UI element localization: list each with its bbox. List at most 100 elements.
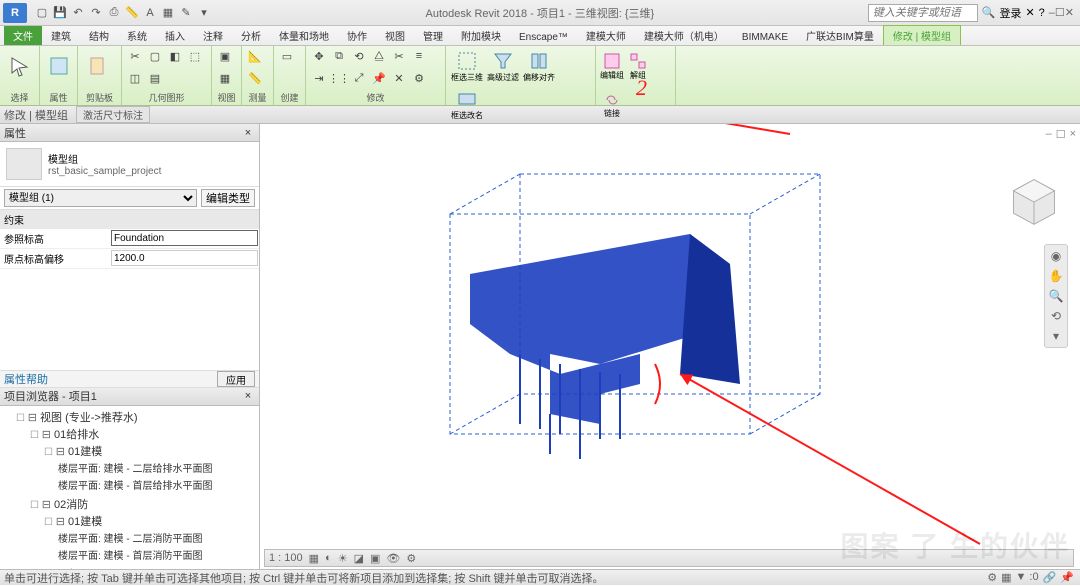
paste-button[interactable] — [82, 48, 114, 84]
pin-icon[interactable]: 📌 — [370, 70, 388, 86]
array-icon[interactable]: ⋮⋮ — [330, 70, 348, 86]
worksets-icon[interactable]: ⚙ — [987, 571, 997, 584]
search-icon[interactable]: 🔍 — [982, 6, 996, 19]
framerename-button[interactable]: 框选改名 — [450, 86, 484, 122]
instance-filter-select[interactable]: 模型组 (1) — [4, 189, 197, 207]
tree-item[interactable]: 03立面水立面: 东立面: 北立面: 南立面: 西 — [30, 565, 257, 570]
tab-insert[interactable]: 插入 — [156, 26, 194, 45]
tab-jmds-mep[interactable]: 建模大师（机电） — [635, 26, 733, 45]
tree-item[interactable]: 楼层平面: 建模 - 首层消防平面图 — [58, 546, 257, 563]
filter-icon[interactable]: ▼ :0 — [1015, 571, 1038, 583]
tool-icon[interactable]: ▤ — [146, 70, 164, 86]
sun-icon[interactable]: ☀ — [338, 552, 348, 565]
trim-icon[interactable]: ✂ — [390, 48, 408, 64]
tab-systems[interactable]: 系统 — [118, 26, 156, 45]
prop-value-input[interactable] — [111, 230, 258, 246]
link-button[interactable]: 链接 — [600, 86, 624, 122]
tab-manage[interactable]: 管理 — [414, 26, 452, 45]
shadow-icon[interactable]: ◪ — [354, 552, 364, 565]
tab-arch[interactable]: 建筑 — [42, 26, 80, 45]
exchange-icon[interactable]: ✕ — [1025, 6, 1034, 19]
mirror-icon[interactable]: ⧋ — [370, 48, 388, 64]
reveal-icon[interactable]: ⚙ — [406, 552, 416, 565]
crop-icon[interactable]: ▣ — [370, 552, 380, 565]
help-icon[interactable]: ? — [1039, 7, 1045, 19]
view-icon[interactable]: ▦ — [216, 70, 234, 86]
tab-view[interactable]: 视图 — [376, 26, 414, 45]
tab-bimmake[interactable]: BIMMAKE — [733, 30, 797, 45]
tab-analyze[interactable]: 分析 — [232, 26, 270, 45]
tree-item[interactable]: 楼层平面: 建模 - 二层给排水平面图 — [58, 459, 257, 476]
tree-item[interactable]: 楼层平面: 建模 - 首层给排水平面图 — [58, 476, 257, 493]
tab-struct[interactable]: 结构 — [80, 26, 118, 45]
view-icon[interactable]: ▣ — [216, 48, 234, 64]
copy-icon[interactable]: ⧉ — [330, 48, 348, 64]
offset-icon[interactable]: ⇥ — [310, 70, 328, 86]
link-icon[interactable]: 🔗 — [1043, 571, 1057, 584]
frame3d-button[interactable]: 框选三维 — [450, 48, 484, 84]
tab-massing[interactable]: 体量和场地 — [270, 26, 338, 45]
tab-addins[interactable]: 附加模块 — [452, 26, 510, 45]
tool-icon[interactable]: ⬚ — [186, 48, 204, 64]
tree-item[interactable]: 01给排水01建模楼层平面: 建模 - 二层给排水平面图楼层平面: 建模 - 首… — [30, 425, 257, 495]
edit-type-button[interactable]: 编辑类型 — [201, 189, 255, 207]
measure-icon[interactable]: 📏 — [246, 70, 264, 86]
measure-icon[interactable]: 📐 — [246, 48, 264, 64]
project-browser[interactable]: 视图 (专业->推荐水)01给排水01建模楼层平面: 建模 - 二层给排水平面图… — [0, 406, 259, 570]
browser-close-button[interactable]: × — [241, 390, 255, 402]
tab-modify-group[interactable]: 修改 | 模型组 — [883, 25, 961, 45]
tree-item[interactable]: 01建模楼层平面: 建模 - 二层消防平面图楼层平面: 建模 - 首层消防平面图 — [44, 512, 257, 564]
tool-icon[interactable]: ▢ — [146, 48, 164, 64]
tool-icon[interactable]: ◧ — [166, 48, 184, 64]
signin-label[interactable]: 登录 — [999, 5, 1021, 21]
editgroup-button[interactable]: 编辑组 — [600, 48, 624, 84]
qat-icon[interactable]: A — [142, 5, 158, 21]
create-icon[interactable]: ▭ — [278, 48, 296, 64]
tab-enscape[interactable]: Enscape™ — [510, 30, 577, 45]
prop-value-input[interactable] — [111, 250, 258, 266]
qat-measure-icon[interactable]: 📏 — [124, 5, 140, 21]
qat-save-icon[interactable]: 💾 — [52, 5, 68, 21]
scale-button[interactable]: 1 : 100 — [269, 552, 303, 564]
tab-jmds[interactable]: 建模大师 — [577, 26, 635, 45]
tree-item[interactable]: 楼层平面: 建模 - 二层消防平面图 — [58, 529, 257, 546]
qat-redo-icon[interactable]: ↷ — [88, 5, 104, 21]
qat-icon[interactable]: ✎ — [178, 5, 194, 21]
tab-glodon[interactable]: 广联达BIM算量 — [797, 26, 883, 45]
model-canvas[interactable] — [260, 124, 1080, 569]
tree-item[interactable]: 02消防01建模楼层平面: 建模 - 二层消防平面图楼层平面: 建模 - 首层消… — [30, 495, 257, 565]
qat-undo-icon[interactable]: ↶ — [70, 5, 86, 21]
tab-annotate[interactable]: 注释 — [194, 26, 232, 45]
delete-icon[interactable]: ✕ — [390, 70, 408, 86]
qat-open-icon[interactable]: ▢ — [34, 5, 50, 21]
type-selector[interactable]: 模型组 rst_basic_sample_project — [0, 142, 259, 187]
properties-close-button[interactable]: × — [241, 127, 255, 139]
style-icon[interactable]: ◐ — [325, 552, 332, 564]
move-icon[interactable]: ✥ — [310, 48, 328, 64]
select-icon[interactable]: ▦ — [1001, 571, 1011, 584]
cut-icon[interactable]: ✂ — [126, 48, 144, 64]
tab-collab[interactable]: 协作 — [338, 26, 376, 45]
offsetalign-button[interactable]: 偏移对齐 — [522, 48, 556, 84]
close-button[interactable]: ✕ — [1065, 7, 1074, 19]
tree-item[interactable]: 视图 (专业->推荐水)01给排水01建模楼层平面: 建模 - 二层给排水平面图… — [16, 408, 257, 570]
tab-file[interactable]: 文件 — [4, 26, 42, 45]
modify-tool-button[interactable] — [4, 48, 35, 84]
advfilter-button[interactable]: 高级过滤 — [486, 48, 520, 84]
align-icon[interactable]: ≡ — [410, 48, 428, 64]
detail-icon[interactable]: ▦ — [309, 552, 319, 565]
viewport-3d[interactable]: – ☐ × ◉ ✋ 🔍 ⟲ ▾ — [260, 124, 1080, 569]
pin-icon[interactable]: 📌 — [1060, 571, 1074, 584]
qat-dropdown-icon[interactable]: ▾ — [196, 5, 212, 21]
tool-icon[interactable]: ◫ — [126, 70, 144, 86]
activate-dims-button[interactable]: 激活尺寸标注 — [76, 106, 150, 123]
qat-print-icon[interactable]: ⎙ — [106, 5, 122, 21]
hide-icon[interactable]: 👁 — [386, 552, 400, 565]
properties-button[interactable] — [44, 48, 73, 84]
rotate-icon[interactable]: ⟲ — [350, 48, 368, 64]
tool-icon[interactable]: ⚙ — [410, 70, 428, 86]
help-search-input[interactable] — [868, 4, 978, 22]
tree-item[interactable]: 01建模楼层平面: 建模 - 二层给排水平面图楼层平面: 建模 - 首层给排水平… — [44, 442, 257, 494]
qat-icon[interactable]: ▦ — [160, 5, 176, 21]
props-help-link[interactable]: 属性帮助 — [4, 371, 48, 387]
